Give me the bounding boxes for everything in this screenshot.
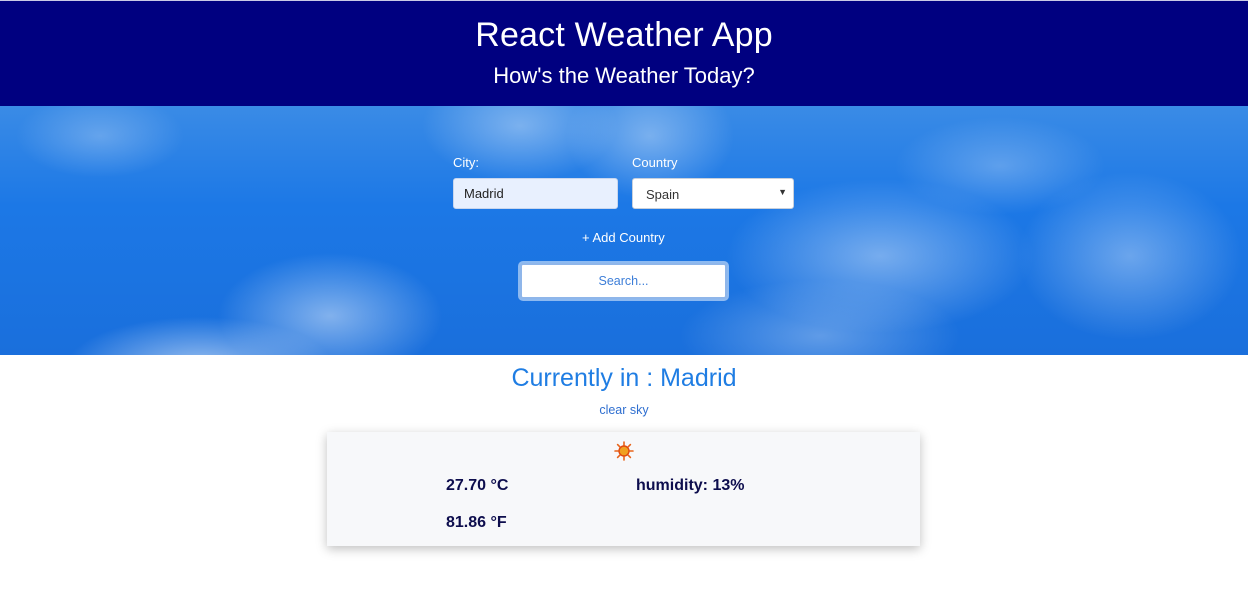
sun-icon <box>614 441 634 461</box>
add-country-link[interactable]: + Add Country <box>582 230 665 245</box>
app-title: React Weather App <box>475 16 773 54</box>
country-select[interactable]: Spain ▼ <box>632 178 794 209</box>
weather-description: clear sky <box>599 403 649 417</box>
country-select-value: Spain <box>646 187 680 202</box>
current-location-heading: Currently in : Madrid <box>511 364 737 392</box>
weather-card: 27.70 °C 81.86 °F humidity: 13% <box>327 432 920 546</box>
search-button[interactable]: Search... <box>520 263 727 299</box>
temperature-fahrenheit: 81.86 °F <box>446 514 507 531</box>
city-input[interactable] <box>453 178 618 209</box>
app-header: React Weather App How's the Weather Toda… <box>0 0 1248 106</box>
humidity-value: humidity: 13% <box>636 477 745 494</box>
country-label: Country <box>632 155 678 170</box>
search-panel: City: Country Spain ▼ + Add Country Sear… <box>0 106 1248 355</box>
app-subtitle: How's the Weather Today? <box>493 63 755 88</box>
temperature-celsius: 27.70 °C <box>446 477 509 494</box>
city-label: City: <box>453 155 479 170</box>
chevron-down-icon: ▼ <box>778 187 787 197</box>
